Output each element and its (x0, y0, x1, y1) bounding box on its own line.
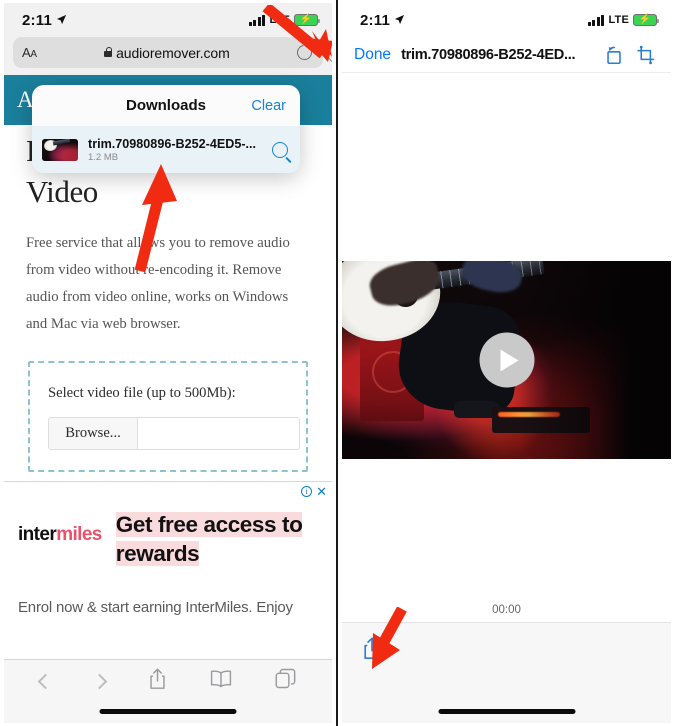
lock-icon (104, 46, 113, 57)
ad-headline-line1: Get free access to (115, 511, 303, 537)
rotate-icon[interactable] (603, 44, 625, 66)
ad-logo: intermiles (18, 510, 102, 546)
browse-button[interactable]: Browse... (49, 417, 138, 449)
safari-address-bar: AA audioremover.com (4, 37, 332, 75)
ad-controls[interactable]: i ✕ (301, 485, 327, 498)
download-filename: trim.70980896-B252-4ED5-... (88, 136, 257, 151)
address-field[interactable]: AA audioremover.com (13, 37, 332, 68)
download-list-item[interactable]: trim.70980896-B252-4ED5-... 1.2 MB (32, 126, 300, 173)
status-bar-left: 2:11 LTE ⚡ (4, 3, 332, 37)
ad-info-icon[interactable]: i (301, 485, 313, 497)
status-time-right: 2:11 (360, 12, 405, 29)
magnifier-icon[interactable] (272, 141, 288, 158)
url-text: audioremover.com (116, 44, 230, 61)
clear-downloads-button[interactable]: Clear (251, 98, 286, 114)
book-icon[interactable] (210, 669, 232, 693)
home-indicator (438, 709, 575, 714)
quicklook-canvas: 00:00 (342, 73, 671, 622)
ad-close-icon[interactable]: ✕ (316, 485, 327, 498)
downloads-popup: Downloads Clear trim.70980896-B252-4ED5-… (32, 85, 300, 173)
status-time-value: 2:11 (22, 11, 52, 29)
quicklook-share-button[interactable] (362, 637, 382, 665)
ad-logo-accent: miles (56, 523, 102, 545)
upload-dropzone[interactable]: Select video file (up to 500Mb): Browse.… (28, 360, 308, 472)
safari-toolbar (4, 659, 332, 723)
downloads-title: Downloads (125, 97, 206, 114)
downloads-button[interactable] (327, 41, 332, 64)
battery-icon: ⚡ (633, 14, 660, 26)
downloads-popup-header: Downloads Clear (32, 85, 300, 126)
ad-body: intermiles Get free access to rewards (4, 482, 332, 569)
ad-headline: Get free access to rewards (115, 510, 303, 569)
right-phone-panel: 2:11 LTE ⚡ Done trim.70980896-B252-4ED..… (338, 0, 675, 726)
stage-shadow (519, 261, 671, 459)
download-item-texts: trim.70980896-B252-4ED5-... 1.2 MB (88, 137, 262, 163)
page-description: Free service that allows you to remove a… (26, 234, 290, 333)
video-timestamp: 00:00 (492, 604, 521, 616)
download-thumbnail (42, 138, 78, 161)
reload-icon[interactable] (294, 42, 315, 63)
left-phone-panel: 2:11 LTE ⚡ AA audioremover.com Downloads… (0, 0, 338, 726)
upload-label: Select video file (up to 500Mb): (48, 384, 236, 401)
toolbar-icons (4, 660, 332, 702)
signal-bars-icon (587, 14, 605, 26)
ad-logo-primary: inter (18, 523, 57, 545)
chevron-right-icon[interactable] (91, 673, 108, 689)
status-bar-right: 2:11 LTE ⚡ (342, 3, 671, 37)
quicklook-footer (342, 622, 671, 723)
chevron-left-icon[interactable] (37, 673, 53, 689)
network-label: LTE (269, 14, 290, 26)
home-indicator (99, 709, 237, 714)
text-size-button[interactable]: AA (22, 45, 37, 60)
url-display[interactable]: audioremover.com (37, 45, 297, 61)
quicklook-filename: trim.70980896-B252-4ED... (401, 46, 576, 63)
file-name-field[interactable] (138, 417, 299, 449)
status-time-value-right: 2:11 (360, 11, 390, 29)
location-arrow-icon (394, 12, 405, 29)
screenshot-root: 2:11 LTE ⚡ AA audioremover.com Downloads… (0, 0, 675, 726)
quicklook-done-button[interactable]: Done (354, 46, 391, 64)
status-indicators-right: LTE ⚡ (587, 14, 660, 26)
quicklook-header: Done trim.70980896-B252-4ED... (342, 37, 671, 73)
ad-headline-line2: rewards (115, 540, 200, 566)
status-time-left: 2:11 (22, 12, 67, 29)
play-icon[interactable] (479, 332, 534, 388)
battery-icon: ⚡ (294, 14, 321, 26)
tabs-icon[interactable] (275, 668, 296, 694)
download-filesize: 1.2 MB (88, 151, 119, 163)
status-indicators-left: LTE ⚡ (248, 14, 321, 26)
site-content: Remove Audio from Video Free service tha… (4, 125, 332, 472)
signal-bars-icon (248, 14, 266, 26)
crop-markup-icon[interactable] (635, 44, 657, 66)
video-player[interactable] (342, 261, 671, 459)
advertisement[interactable]: i ✕ intermiles Get free access to reward… (4, 480, 332, 620)
share-icon[interactable] (148, 668, 167, 695)
ad-subtext: Enrol now & start earning InterMiles. En… (18, 598, 293, 616)
network-label-right: LTE (608, 14, 629, 26)
performer-fretting-arm (459, 261, 525, 297)
file-input-group[interactable]: Browse... (48, 416, 300, 450)
location-arrow-icon (56, 12, 67, 29)
